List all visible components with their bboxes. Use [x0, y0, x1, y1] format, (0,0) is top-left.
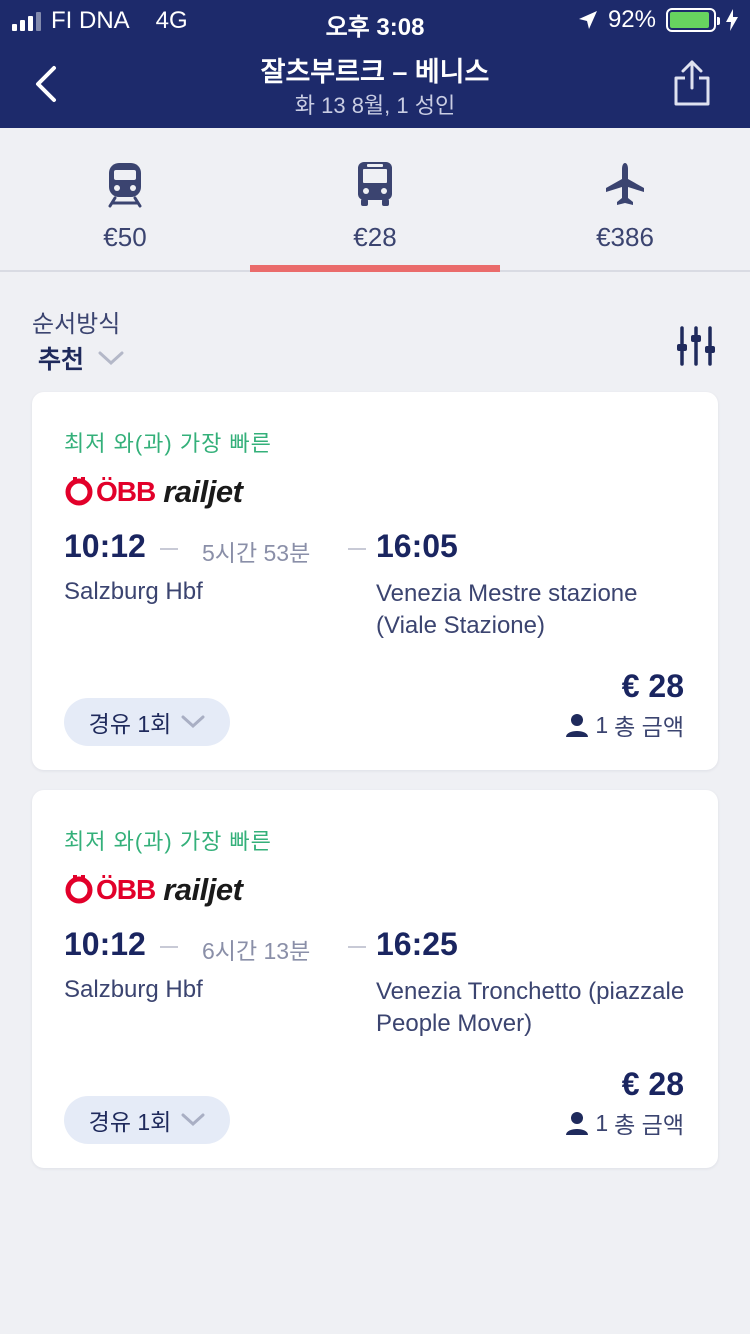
route-subtitle: 화 13 8월, 1 성인	[294, 93, 456, 118]
stops-toggle[interactable]: 경유 1회	[64, 698, 230, 746]
tab-train[interactable]: €50	[0, 128, 250, 270]
trip-duration: 5시간 53분	[202, 540, 311, 566]
train-price: €50	[103, 222, 147, 252]
stops-toggle[interactable]: 경유 1회	[64, 1096, 230, 1144]
result-badge: 최저 와(과) 가장 빠른	[64, 431, 272, 456]
passenger-count: 1	[595, 711, 609, 738]
price-details: 1 총 금액	[565, 1106, 684, 1140]
person-icon	[566, 714, 589, 737]
location-arrow-icon	[578, 11, 597, 29]
obb-logo-icon	[65, 477, 93, 506]
stops-label: 경유 1회	[88, 711, 172, 737]
passenger-count: 1	[595, 1109, 609, 1136]
header: FI DNA 4G 오후 3:08 92% 잘츠부르크 – 베니스 화 13 8…	[0, 0, 750, 128]
price-details: 1 총 금액	[565, 708, 684, 742]
sort-label: 순서방식	[32, 311, 121, 338]
trip-duration: 6시간 13분	[202, 938, 311, 964]
departure-time: 10:12	[64, 528, 146, 564]
price: € 28	[621, 668, 684, 704]
status-bar: FI DNA 4G 오후 3:08 92%	[0, 0, 750, 41]
tab-plane[interactable]: €386	[500, 128, 750, 270]
plane-icon	[606, 163, 644, 205]
operator-logo: ÖBB railjet	[64, 474, 243, 510]
route-title: 잘츠부르크 – 베니스	[260, 57, 490, 87]
operator-mark: ÖBB	[96, 874, 156, 905]
result-badge: 최저 와(과) 가장 빠른	[64, 829, 272, 854]
price: € 28	[621, 1066, 684, 1102]
charging-bolt-icon	[726, 9, 738, 31]
arrival-station: Venezia Mestre stazione (Viale Stazione)	[376, 580, 638, 639]
divider	[348, 548, 366, 550]
transport-mode-tabs: €50 €28 €386	[0, 128, 750, 272]
result-card[interactable]: 최저 와(과) 가장 빠른 ÖBB railjet 10:12 6시간 13분 …	[32, 790, 718, 1168]
price-note: 총 금액	[614, 1112, 684, 1138]
divider	[160, 946, 178, 948]
divider	[160, 548, 178, 550]
tab-bus[interactable]: €28	[250, 128, 500, 272]
operator-brand: railjet	[163, 872, 243, 907]
operator-logo: ÖBB railjet	[64, 872, 243, 908]
arrival-time: 16:25	[376, 926, 458, 962]
bus-price: €28	[353, 222, 397, 252]
departure-station: Salzburg Hbf	[64, 578, 203, 605]
result-card[interactable]: 최저 와(과) 가장 빠른 ÖBB railjet 10:12 5시간 53분 …	[32, 392, 718, 770]
divider	[348, 946, 366, 948]
battery-percent: 92%	[607, 6, 656, 33]
sort-dropdown[interactable]: 추천	[38, 340, 124, 376]
arrival-time: 16:05	[376, 528, 458, 564]
bus-icon	[358, 162, 392, 206]
arrival-station: Venezia Tronchetto (piazzale People Move…	[376, 978, 685, 1037]
active-tab-indicator	[250, 265, 500, 272]
operator-mark: ÖBB	[96, 476, 156, 507]
stops-label: 경유 1회	[88, 1109, 172, 1135]
filter-sliders-icon[interactable]	[676, 324, 716, 368]
chevron-down-icon	[181, 715, 205, 729]
obb-logo-icon	[65, 875, 93, 904]
chevron-down-icon	[181, 1113, 205, 1127]
chevron-down-icon	[98, 351, 124, 366]
departure-time: 10:12	[64, 926, 146, 962]
battery-icon	[666, 8, 720, 32]
share-icon[interactable]	[672, 58, 712, 108]
person-icon	[566, 1112, 589, 1135]
price-note: 총 금액	[614, 714, 684, 740]
operator-brand: railjet	[163, 474, 243, 509]
plane-price: €386	[596, 222, 654, 252]
departure-station: Salzburg Hbf	[64, 976, 203, 1003]
sort-value: 추천	[38, 346, 85, 374]
train-icon	[108, 163, 142, 208]
